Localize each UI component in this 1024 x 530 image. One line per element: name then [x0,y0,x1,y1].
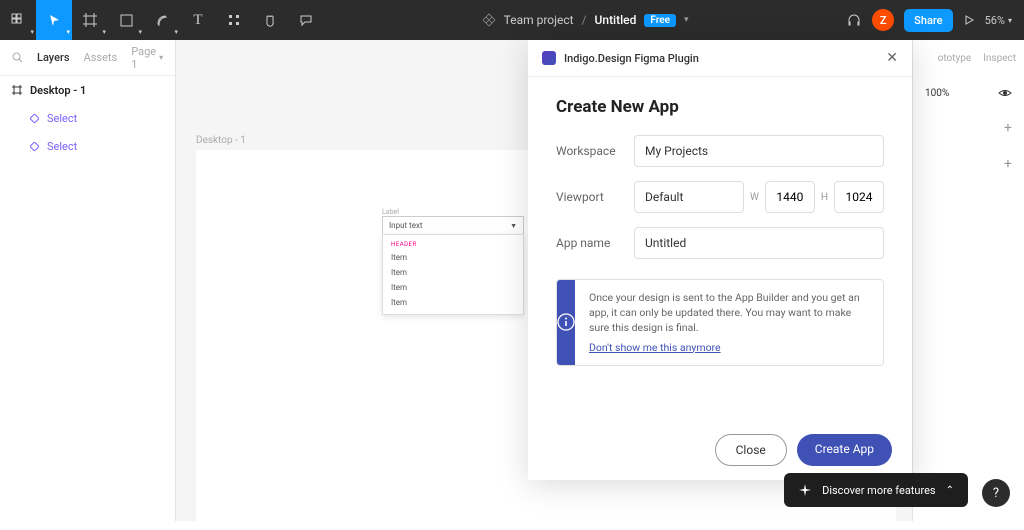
select-widget: Label Input text ▼ HEADER Item Item Item… [382,208,524,315]
component-icon [482,13,496,27]
eye-icon[interactable] [998,86,1012,100]
width-label: W [750,192,759,203]
field-label: Label [382,208,524,216]
diamond-icon [30,142,39,151]
avatar[interactable]: Z [872,9,894,31]
page-selector[interactable]: Page 1▾ [131,45,163,71]
frame-label[interactable]: Desktop - 1 [196,135,246,146]
shape-tool-icon[interactable]: ▾ [108,0,144,40]
create-app-button[interactable]: Create App [797,434,892,466]
close-button[interactable]: Close [715,434,787,466]
caret-down-icon: ▼ [510,222,517,230]
list-item[interactable]: Item [383,265,523,280]
layer-frame[interactable]: Desktop - 1 [0,76,175,104]
frame-icon [12,85,22,95]
tab-layers[interactable]: Layers [37,51,70,64]
menu-icon[interactable]: ▾ [0,0,36,40]
comment-tool-icon[interactable] [288,0,324,40]
tab-inspect[interactable]: Inspect [983,53,1016,64]
pen-tool-icon[interactable]: ▾ [144,0,180,40]
plugin-modal: Indigo.Design Figma Plugin ✕ Create New … [528,40,912,480]
frame-tool-icon[interactable]: ▾ [72,0,108,40]
select-input[interactable]: Input text ▼ [382,216,524,234]
workspace-input[interactable] [634,135,884,167]
zoom-dropdown[interactable]: 56%▾ [985,14,1012,27]
modal-heading: Create New App [556,97,884,117]
opacity-value[interactable]: 100% [925,88,949,99]
hand-tool-icon[interactable] [252,0,288,40]
play-icon[interactable] [963,14,975,26]
list-header: HEADER [383,239,523,250]
chevron-up-icon[interactable]: ⌃ [946,485,954,496]
plan-badge: Free [644,14,676,27]
appname-input[interactable] [634,227,884,259]
close-icon[interactable]: ✕ [886,50,898,66]
help-button[interactable]: ? [982,479,1010,507]
dismiss-link[interactable]: Don't show me this anymore [589,340,721,355]
breadcrumb-separator: / [582,13,587,27]
info-icon [557,280,575,365]
list-item[interactable]: Item [383,295,523,310]
appname-label: App name [556,236,634,250]
workspace-label: Workspace [556,144,634,158]
layer-item[interactable]: Select [0,132,175,160]
viewport-select[interactable] [634,181,744,213]
list-item[interactable]: Item [383,280,523,295]
select-dropdown: HEADER Item Item Item Item [382,234,524,315]
list-item[interactable]: Item [383,250,523,265]
breadcrumb-project[interactable]: Team project [504,13,574,27]
right-panel: ototype Inspect 100% + + [912,40,1024,521]
info-text: Once your design is sent to the App Buil… [589,291,860,334]
discover-label: Discover more features [822,484,936,497]
sparkle-icon [798,483,812,497]
add-button[interactable]: + [1004,120,1012,136]
layer-item[interactable]: Select [0,104,175,132]
height-input[interactable] [834,181,884,213]
left-panel: Layers Assets Page 1▾ Desktop - 1 Select… [0,40,176,521]
doc-title[interactable]: Untitled [595,13,637,27]
discover-banner[interactable]: Discover more features ⌃ [784,473,968,507]
add-button[interactable]: + [1004,156,1012,172]
width-input[interactable] [765,181,815,213]
viewport-label: Viewport [556,190,634,204]
plugin-title: Indigo.Design Figma Plugin [564,52,699,65]
height-label: H [821,192,828,203]
tab-assets[interactable]: Assets [84,51,118,64]
chevron-down-icon[interactable]: ▾ [684,15,689,25]
plugin-logo-icon [542,51,556,65]
diamond-icon [30,114,39,123]
text-tool-icon[interactable]: T [180,0,216,40]
resources-icon[interactable] [216,0,252,40]
share-button[interactable]: Share [904,9,952,32]
headphones-icon[interactable] [846,12,862,28]
search-icon[interactable] [12,52,23,63]
info-callout: Once your design is sent to the App Buil… [556,279,884,366]
tab-prototype[interactable]: ototype [938,53,972,64]
top-toolbar: ▾ ▾ ▾ ▾ ▾ T Team proj [0,0,1024,40]
move-tool-icon[interactable]: ▾ [36,0,72,40]
